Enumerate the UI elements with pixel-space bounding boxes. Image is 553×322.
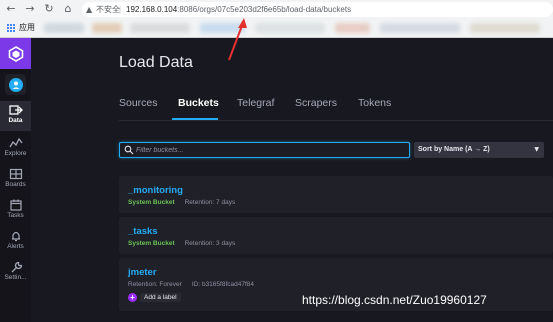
watermark: https://blog.csdn.net/Zuo19960127 (302, 293, 487, 307)
annotation-arrow-icon (228, 18, 247, 61)
